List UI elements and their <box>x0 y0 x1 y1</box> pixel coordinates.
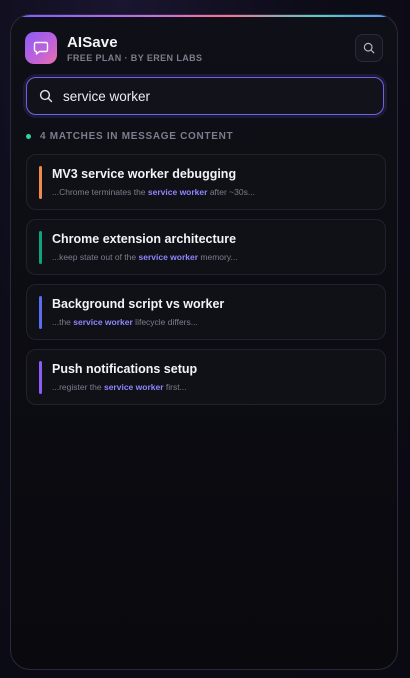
results-summary: 4 MATCHES IN MESSAGE CONTENT <box>26 129 233 143</box>
header-search-button[interactable] <box>355 34 383 62</box>
app-logo <box>25 32 57 64</box>
snippet-text: ...the <box>52 317 74 327</box>
search-icon <box>39 89 53 103</box>
extension-popup: AISave FREE PLAN · BY EREN LABS 4 MATCHE… <box>10 14 398 670</box>
snippet-text: lifecycle differs... <box>132 317 198 327</box>
result-snippet: ...keep state out of the service worker … <box>52 252 238 262</box>
results-count-label: 4 MATCHES IN MESSAGE CONTENT <box>40 130 234 142</box>
app-subtitle: FREE PLAN · BY EREN LABS <box>67 53 203 63</box>
result-accent-bar <box>39 166 42 199</box>
results-list: MV3 service worker debugging ...Chrome t… <box>26 154 386 414</box>
result-accent-bar <box>39 296 42 329</box>
result-snippet: ...register the service worker first... <box>52 382 187 392</box>
result-item[interactable]: Push notifications setup ...register the… <box>26 349 386 405</box>
result-accent-bar <box>39 231 42 264</box>
snippet-match: service worker <box>103 382 164 392</box>
snippet-text: after ~30s... <box>207 187 255 197</box>
search-box[interactable] <box>26 77 384 115</box>
search-icon <box>363 42 375 54</box>
snippet-text: first... <box>163 382 187 392</box>
result-title: Chrome extension architecture <box>52 232 237 246</box>
result-title: Push notifications setup <box>52 362 198 376</box>
snippet-match: service worker <box>138 252 199 262</box>
status-dot <box>26 133 31 139</box>
header: AISave FREE PLAN · BY EREN LABS <box>25 32 383 66</box>
snippet-match: service worker <box>73 317 133 327</box>
app-title: AISave <box>67 34 118 51</box>
result-accent-bar <box>39 361 42 394</box>
result-item[interactable]: MV3 service worker debugging ...Chrome t… <box>26 154 386 210</box>
result-item[interactable]: Chrome extension architecture ...keep st… <box>26 219 386 275</box>
result-title: Background script vs worker <box>52 297 225 311</box>
snippet-text: memory... <box>198 252 238 262</box>
result-title: MV3 service worker debugging <box>52 167 237 181</box>
chat-bubble-icon <box>33 41 49 55</box>
search-input[interactable] <box>63 78 373 114</box>
snippet-text: ...register the <box>52 382 104 392</box>
result-snippet: ...the service worker lifecycle differs.… <box>52 317 198 327</box>
snippet-text: ...keep state out of the <box>52 252 139 262</box>
snippet-text: ...Chrome terminates the <box>52 187 148 197</box>
result-item[interactable]: Background script vs worker ...the servi… <box>26 284 386 340</box>
result-snippet: ...Chrome terminates the service worker … <box>52 187 255 197</box>
snippet-match: service worker <box>147 187 208 197</box>
